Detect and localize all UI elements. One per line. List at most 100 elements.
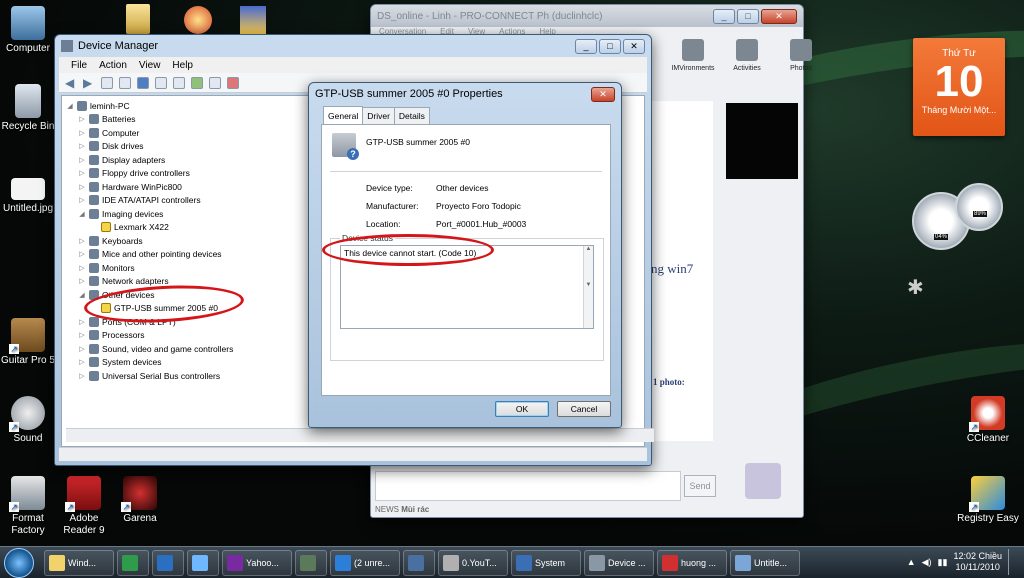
news-ticker[interactable]: NEWS Mùi rác <box>375 505 429 514</box>
tab-general[interactable]: General <box>323 106 364 125</box>
desktop-icon-ccleaner[interactable]: CCleaner <box>956 396 1020 445</box>
minimize-button[interactable]: _ <box>713 8 735 24</box>
maximize-button[interactable]: □ <box>737 8 759 24</box>
status-bar <box>59 447 647 461</box>
collapse-icon[interactable]: ◢ <box>78 210 86 218</box>
device-manager-titlebar[interactable]: Device Manager _ □ ✕ <box>55 35 651 57</box>
desktop-icon-recycle-bin[interactable]: Recycle Bin <box>0 84 60 133</box>
imvironments-button[interactable]: IMVironments <box>671 39 715 72</box>
expand-icon[interactable]: ▷ <box>78 142 86 150</box>
desktop-icon-adobe-reader[interactable]: Adobe Reader 9 <box>52 476 116 537</box>
calendar-gadget[interactable]: Thứ Tư 10 Tháng Mười Một... <box>913 38 1005 136</box>
expand-icon[interactable]: ▷ <box>78 237 86 245</box>
device-category-icon <box>89 181 99 192</box>
start-button[interactable] <box>4 548 34 578</box>
cancel-button[interactable]: Cancel <box>557 401 611 417</box>
back-arrow-icon[interactable]: ◀ <box>65 77 77 89</box>
expand-icon[interactable]: ▷ <box>78 156 86 164</box>
ram-percent: 89% <box>973 211 988 217</box>
app-icon <box>735 554 751 571</box>
app-icon <box>192 554 208 571</box>
expand-icon[interactable]: ▷ <box>78 169 86 177</box>
expand-icon[interactable]: ▷ <box>78 277 86 285</box>
collapse-icon[interactable]: ◢ <box>66 102 74 110</box>
send-button[interactable]: Send <box>684 475 716 497</box>
expand-icon[interactable]: ▷ <box>78 196 86 204</box>
desktop-icon-format-factory[interactable]: Format Factory <box>0 476 60 537</box>
spider-icon: ✱ <box>907 277 924 299</box>
scan-hardware-icon[interactable] <box>173 76 185 89</box>
taskbar-button[interactable]: Untitle... <box>730 549 800 576</box>
expand-icon[interactable]: ▷ <box>78 183 86 191</box>
activities-button[interactable]: Activities <box>725 39 769 72</box>
expand-icon[interactable]: ▷ <box>78 250 86 258</box>
chat-titlebar[interactable]: DS_online - Linh - PRO-CONNECT Ph (ducli… <box>371 5 803 27</box>
show-hidden-icons-icon[interactable]: ▲ <box>907 557 916 567</box>
show-hide-console-icon[interactable] <box>101 76 113 89</box>
clock[interactable]: 12:02 Chiều 10/11/2010 <box>953 551 1002 573</box>
desktop-icon-untitled-jpg[interactable]: Untitled.jpg <box>0 172 60 215</box>
annotation-circle <box>322 234 494 266</box>
taskbar-button[interactable]: (2 unre... <box>330 549 400 576</box>
taskbar-button[interactable]: Yahoo... <box>222 549 292 576</box>
taskbar-button[interactable] <box>117 549 149 576</box>
menu-file[interactable]: File <box>71 60 87 71</box>
device-category-icon <box>89 249 99 260</box>
desktop-icon-computer[interactable]: Computer <box>0 6 60 55</box>
forward-arrow-icon[interactable]: ▶ <box>83 77 95 89</box>
expand-icon[interactable]: ▷ <box>78 358 86 366</box>
desktop-icon-guitar-pro[interactable]: Guitar Pro 5 <box>0 318 60 367</box>
help-icon[interactable] <box>137 76 149 89</box>
close-button[interactable]: ✕ <box>623 38 645 54</box>
app-icon[interactable] <box>184 6 212 34</box>
show-desktop-button[interactable] <box>1008 549 1018 575</box>
expand-icon[interactable]: ▷ <box>78 264 86 272</box>
ram-meter-gadget[interactable]: 89% <box>955 183 1003 231</box>
avatar[interactable] <box>745 463 781 499</box>
disable-device-icon[interactable] <box>227 76 239 89</box>
maximize-button[interactable]: □ <box>599 38 621 54</box>
close-button[interactable]: ✕ <box>591 86 615 102</box>
menu-help[interactable]: Help <box>172 60 193 71</box>
expand-icon[interactable]: ▷ <box>78 331 86 339</box>
desktop-icon-registry-easy[interactable]: Registry Easy <box>956 476 1020 525</box>
update-driver-icon[interactable] <box>191 76 203 89</box>
collapse-icon[interactable]: ◢ <box>78 291 86 299</box>
taskbar-button[interactable] <box>403 549 435 576</box>
photos-button[interactable]: Photos <box>779 39 823 72</box>
taskbar-button[interactable]: Wind... <box>44 549 114 576</box>
chat-message-area[interactable]: ng win7 1 photo: <box>651 101 713 441</box>
desktop-icon-garena[interactable]: Garena <box>108 476 172 525</box>
menu-view[interactable]: View <box>139 60 161 71</box>
expand-icon[interactable]: ▷ <box>78 129 86 137</box>
desktop-icon-sound[interactable]: Sound <box>0 396 60 445</box>
taskbar: Wind... Yahoo... (2 unre... 0.YouT... System… <box>0 546 1024 578</box>
taskbar-button[interactable] <box>187 549 219 576</box>
taskbar-button[interactable]: System <box>511 549 581 576</box>
properties-titlebar[interactable]: GTP-USB summer 2005 #0 Properties ✕ <box>309 83 621 105</box>
taskbar-button[interactable]: huong ... <box>657 549 727 576</box>
minimize-button[interactable]: _ <box>575 38 597 54</box>
network-icon[interactable]: ▮▮ <box>938 557 948 568</box>
tab-details[interactable]: Details <box>393 107 430 125</box>
tab-driver[interactable]: Driver <box>362 107 395 125</box>
taskbar-button[interactable] <box>295 549 327 576</box>
taskbar-button[interactable]: Device ... <box>584 549 654 576</box>
menu-action[interactable]: Action <box>99 60 127 71</box>
show-hide-action-pane-icon[interactable] <box>155 76 167 89</box>
expand-icon[interactable]: ▷ <box>78 372 86 380</box>
volume-icon[interactable]: ◀) <box>922 557 932 568</box>
close-button[interactable]: ✕ <box>761 8 797 24</box>
taskbar-button[interactable] <box>152 549 184 576</box>
ok-button[interactable]: OK <box>495 401 549 417</box>
properties-icon[interactable] <box>119 76 131 89</box>
expand-icon[interactable]: ▷ <box>78 345 86 353</box>
app-icon[interactable] <box>240 6 266 34</box>
expand-icon[interactable]: ▷ <box>78 115 86 123</box>
taskbar-button[interactable]: 0.YouT... <box>438 549 508 576</box>
uninstall-icon[interactable] <box>209 76 221 89</box>
expand-icon[interactable]: ▷ <box>78 318 86 326</box>
scrollbar[interactable]: ▲ ▼ <box>583 246 593 328</box>
folder-icon[interactable] <box>126 4 150 34</box>
chat-message-input[interactable] <box>375 471 681 501</box>
